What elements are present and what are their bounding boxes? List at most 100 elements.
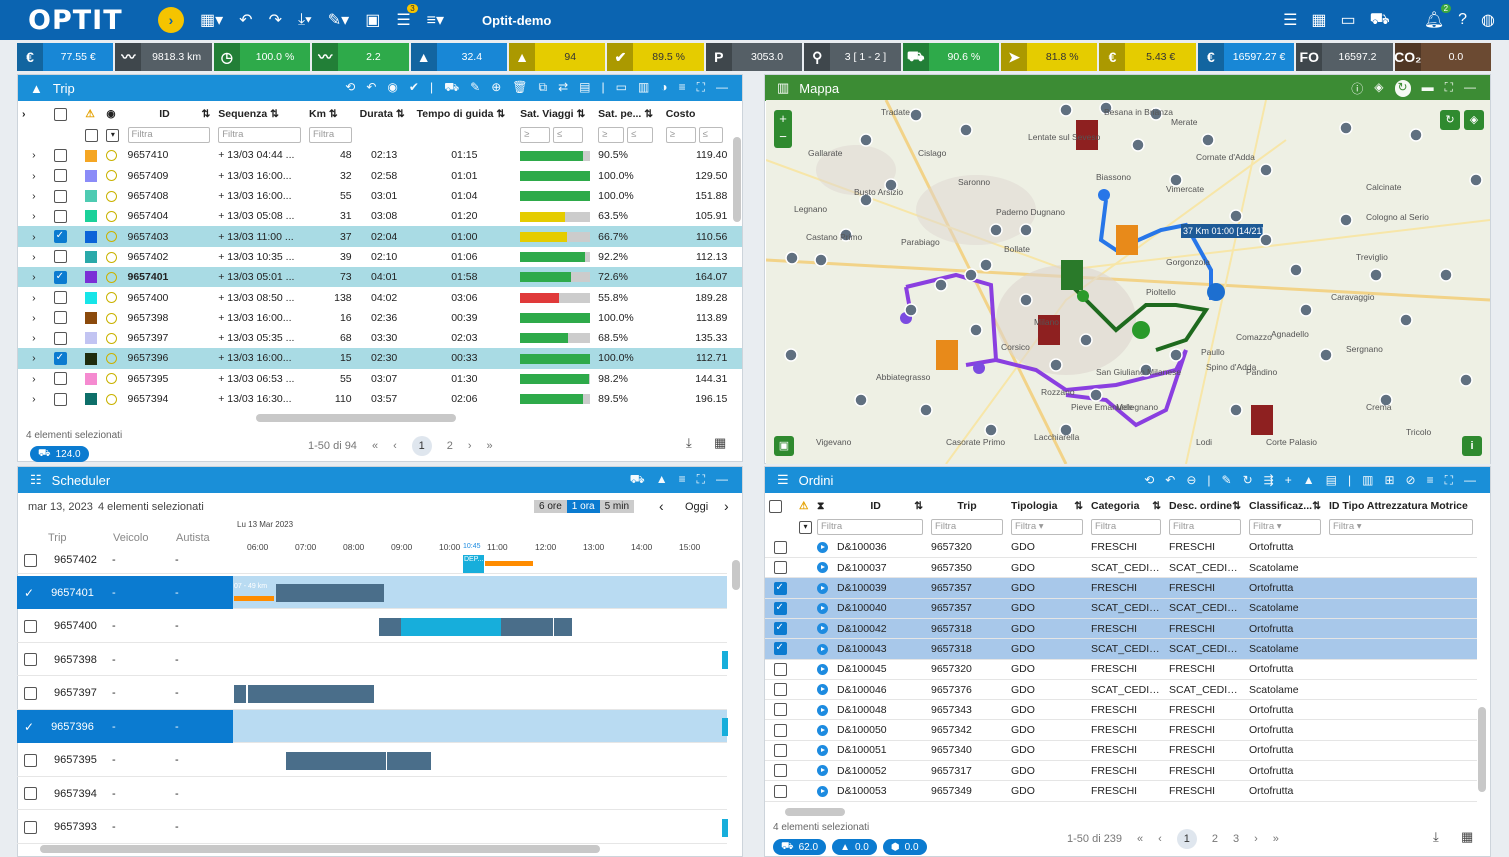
filter-dropdown[interactable]: ▾	[799, 520, 812, 534]
customer-pin[interactable]	[1319, 348, 1333, 362]
map-info-icon[interactable]: i	[1462, 436, 1482, 456]
expand-row-icon[interactable]: ›	[18, 287, 50, 307]
split-icon[interactable]: ⇄	[558, 80, 568, 96]
order-row[interactable]: D&1000409657357GDOSCAT_CEDI_FRSCAT_CEDI_…	[765, 598, 1477, 619]
order-row[interactable]: D&1000399657357GDOFRESCHIFRESCHIOrtofrut…	[765, 577, 1477, 599]
customer-pin[interactable]	[979, 258, 993, 272]
kpi-tile[interactable]: ➤ 81.8 %	[1001, 43, 1098, 71]
col-costo[interactable]: Costo	[662, 103, 732, 125]
trip-row[interactable]: › 9657394 + 13/03 16:30... 110 03:57 02:06 89.…	[18, 389, 742, 409]
edit-icon[interactable]: ✎▾	[328, 10, 349, 30]
row-checkbox[interactable]	[24, 820, 37, 834]
expand-row-icon[interactable]: ›	[18, 166, 50, 186]
customer-pin[interactable]	[1399, 313, 1413, 327]
scheduler-row[interactable]: 9657393 - -	[17, 811, 728, 844]
row-checkbox[interactable]	[53, 331, 67, 345]
expand-row-icon[interactable]: ›	[18, 308, 50, 328]
play-icon[interactable]	[817, 663, 828, 675]
customer-pin[interactable]	[1299, 303, 1313, 317]
row-checkbox[interactable]	[53, 270, 67, 284]
chart-icon[interactable]: ◑	[660, 80, 667, 96]
page-2-button[interactable]: 2	[447, 440, 453, 452]
history-icon[interactable]: ⟲	[1144, 473, 1154, 488]
add-column-icon[interactable]: ⊞	[1384, 473, 1394, 488]
kpi-tile[interactable]: ⚲ 3 [ 1 - 2 ]	[804, 43, 901, 71]
scheduler-row[interactable]: 9657397 - -	[17, 677, 727, 710]
col-durata[interactable]: Durata ⇅	[356, 103, 413, 125]
move-icon[interactable]: ⇶	[1264, 473, 1274, 488]
expand-row-icon[interactable]: ›	[18, 267, 50, 288]
last-page-icon[interactable]: »	[487, 440, 493, 452]
col-classificazione[interactable]: Classificaz... ⇅	[1245, 495, 1325, 517]
row-checkbox[interactable]	[53, 209, 67, 223]
customer-pin[interactable]	[964, 268, 978, 282]
gantt-box[interactable]	[283, 684, 291, 703]
trip-row[interactable]: › 9657408 + 13/03 16:00... 55 03:01 01:04 100.…	[18, 186, 742, 206]
filter-id-input[interactable]: Filtra	[817, 519, 923, 536]
filter-categoria-input[interactable]: Filtra	[1091, 519, 1161, 536]
save-icon[interactable]: ▤	[579, 80, 590, 96]
play-icon[interactable]	[817, 684, 828, 696]
refresh-icon[interactable]: ↻	[1243, 473, 1253, 488]
menu-icon[interactable]: ☰	[1283, 10, 1297, 30]
first-page-icon[interactable]: «	[372, 440, 378, 452]
list-icon[interactable]: ≡	[679, 472, 686, 488]
col-sat-viaggi[interactable]: Sat. Viaggi ⇅	[516, 103, 594, 125]
add-icon[interactable]: ⊕	[491, 80, 501, 96]
col-desc-ordine[interactable]: Desc. ordine ⇅	[1165, 495, 1245, 517]
play-icon[interactable]	[817, 643, 828, 655]
row-checkbox[interactable]	[773, 601, 787, 615]
customer-pin[interactable]	[1079, 333, 1093, 347]
filter-off-icon[interactable]: ⊘	[1406, 473, 1416, 488]
row-checkbox[interactable]	[53, 250, 67, 264]
customer-pin[interactable]	[785, 251, 799, 265]
row-checkbox[interactable]	[24, 653, 37, 666]
gantt-box[interactable]	[286, 751, 306, 770]
filter-attrezzatura-select[interactable]: Filtra ▾	[1329, 519, 1473, 536]
col-id[interactable]: ID ⇅	[833, 495, 927, 517]
customer-pin[interactable]	[1409, 128, 1423, 142]
customer-pin[interactable]	[1201, 133, 1215, 147]
row-checkbox[interactable]	[53, 392, 67, 406]
scheduler-row[interactable]: ✓ 9657396 - -	[17, 710, 728, 743]
plus-icon[interactable]: +	[1285, 473, 1292, 488]
row-checkbox[interactable]	[773, 683, 787, 697]
undo-icon[interactable]: ↶	[1165, 473, 1175, 488]
select-all-checkbox[interactable]	[53, 107, 67, 121]
page-1-button[interactable]: 1	[411, 436, 432, 456]
expand-row-icon[interactable]: ›	[18, 226, 50, 247]
row-checkbox[interactable]	[773, 662, 787, 676]
row-checkbox[interactable]	[773, 764, 787, 778]
col-sequenza[interactable]: Sequenza ⇅	[214, 103, 305, 125]
customer-pin[interactable]	[969, 323, 983, 337]
check-icon[interactable]: ✔	[409, 80, 419, 96]
prev-day-icon[interactable]: ‹	[659, 498, 664, 514]
filter-cost-min[interactable]: ≥	[665, 127, 696, 144]
row-checkbox[interactable]	[773, 743, 787, 757]
trip-row[interactable]: › 9657400 + 13/03 08:50 ... 138 04:02 03:06 55…	[18, 287, 742, 307]
redo-icon[interactable]: ↷	[269, 10, 282, 30]
download-icon[interactable]: ⤓	[1433, 829, 1439, 845]
row-checkbox[interactable]	[53, 351, 67, 365]
customer-pin[interactable]	[1049, 358, 1063, 372]
play-icon[interactable]	[817, 765, 828, 777]
col-km[interactable]: Km ⇅	[305, 103, 356, 125]
list-menu-icon[interactable]: ≡▾	[427, 10, 444, 30]
order-row[interactable]: D&100048 9657343 GDO FRESCHI FRESCHI Ortofrut…	[765, 699, 1477, 721]
play-icon[interactable]	[817, 541, 828, 553]
customer-pin[interactable]	[1289, 263, 1303, 277]
first-page-icon[interactable]: «	[1137, 833, 1143, 845]
col-tipologia[interactable]: Tipologia ⇅	[1007, 495, 1087, 517]
customer-pin[interactable]	[1229, 209, 1243, 223]
kpi-tile[interactable]: €5.43 €	[1099, 43, 1196, 71]
play-icon[interactable]	[817, 623, 828, 635]
gantt-box[interactable]: DEP...	[463, 555, 484, 573]
trip-row[interactable]: › 9657410 + 13/03 04:44 ... 48 02:13 01:15 90.…	[18, 145, 742, 165]
scheduler-row[interactable]: 9657394 - -	[17, 777, 727, 810]
ordini-hscrollbar[interactable]	[785, 808, 845, 816]
customer-pin[interactable]	[1339, 121, 1353, 135]
gantt-box[interactable]	[324, 584, 364, 602]
report-icon[interactable]: ▥	[1362, 473, 1373, 488]
order-row[interactable]: D&100052 9657317 GDO FRESCHI FRESCHI Ortofrut…	[765, 760, 1477, 782]
play-icon[interactable]	[817, 745, 828, 757]
